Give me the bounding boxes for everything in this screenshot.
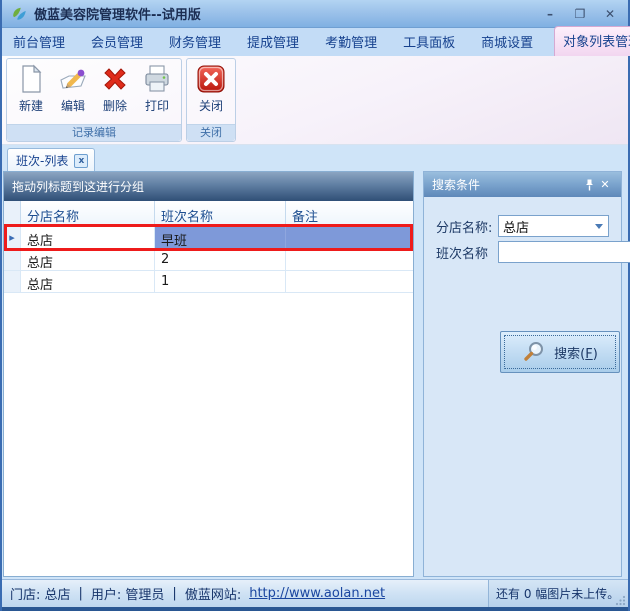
cell-shift[interactable]: 早班: [155, 227, 286, 248]
panel-close-icon[interactable]: ✕: [597, 177, 613, 193]
store-name-dropdown-value: 总店: [503, 217, 529, 236]
edit-button[interactable]: 编辑: [52, 61, 94, 124]
row-indicator: [4, 271, 21, 292]
group-label-record-edit: 记录编辑: [7, 124, 181, 141]
ribbon-toolbar: 新建 编辑 删除: [2, 56, 628, 145]
close-tab-button[interactable]: 关闭: [190, 61, 232, 124]
cell-store[interactable]: 总店: [21, 271, 155, 292]
cell-store[interactable]: 总店: [21, 249, 155, 270]
status-upload-info: 还有 0 幅图片未上传。: [488, 580, 628, 607]
group-by-drop-zone[interactable]: 拖动列标题到这进行分组: [4, 172, 413, 201]
grid-header-row: 分店名称 班次名称 备注: [4, 201, 413, 227]
search-button[interactable]: 搜索(F): [500, 331, 620, 373]
edit-button-label: 编辑: [61, 97, 85, 114]
tab-tools[interactable]: 工具面板: [398, 28, 460, 56]
column-header-shift-name[interactable]: 班次名称: [155, 201, 286, 226]
store-name-label: 分店名称:: [436, 217, 498, 236]
shift-name-field-row: 班次名称: [436, 241, 609, 263]
row-indicator: [4, 249, 21, 270]
status-upload-text: 还有 0 幅图片未上传。: [496, 585, 619, 602]
group-record-edit: 新建 编辑 删除: [6, 58, 182, 142]
ribbon-tab-bar: 前台管理 会员管理 财务管理 提成管理 考勤管理 工具面板 商城设置 对象列表管…: [2, 28, 628, 56]
tab-front-desk[interactable]: 前台管理: [8, 28, 70, 56]
window-controls: – ❐ ✕: [540, 6, 620, 22]
tab-object-list-management[interactable]: 对象列表管理: [554, 26, 630, 56]
store-name-field-row: 分店名称: 总店: [436, 215, 609, 237]
shift-grid: 拖动列标题到这进行分组 分店名称 班次名称 备注 ▸ 总店 早班 总店 2: [3, 171, 414, 577]
tab-finance[interactable]: 财务管理: [164, 28, 226, 56]
column-header-note[interactable]: 备注: [286, 201, 413, 226]
new-button-label: 新建: [19, 97, 43, 114]
close-tab-button-label: 关闭: [199, 97, 223, 114]
close-icon[interactable]: ✕: [600, 6, 620, 22]
minimize-icon[interactable]: –: [540, 6, 560, 22]
delete-button[interactable]: 删除: [94, 61, 136, 124]
status-user: 用户: 管理员: [91, 584, 165, 603]
search-button-accesskey: F: [585, 347, 592, 362]
print-button[interactable]: 打印: [136, 61, 178, 124]
titlebar: 傲蓝美容院管理软件--试用版 – ❐ ✕: [2, 0, 628, 28]
app-window: 傲蓝美容院管理软件--试用版 – ❐ ✕ 前台管理 会员管理 财务管理 提成管理…: [0, 0, 630, 611]
status-separator: |: [79, 586, 83, 601]
grid-header-indicator: [4, 201, 21, 226]
search-panel-title: 搜索条件: [432, 176, 581, 193]
search-button-text: 搜索(: [554, 347, 585, 362]
search-condition-panel: 搜索条件 ✕ 分店名称: 总店 班次名称: [423, 171, 622, 577]
chevron-down-icon[interactable]: [595, 224, 603, 229]
search-icon: [522, 340, 546, 364]
close-red-icon: [195, 63, 227, 95]
new-document-icon: [15, 63, 47, 95]
cell-note[interactable]: [286, 271, 413, 292]
cell-shift[interactable]: 1: [155, 271, 286, 292]
document-tab-label: 班次-列表: [16, 152, 68, 169]
tab-members[interactable]: 会员管理: [86, 28, 148, 56]
column-header-store-name[interactable]: 分店名称: [21, 201, 155, 226]
tab-attendance[interactable]: 考勤管理: [320, 28, 382, 56]
status-bar: 门店: 总店 | 用户: 管理员 | 傲蓝网站: http://www.aola…: [2, 579, 628, 611]
workspace: 班次-列表 x 拖动列标题到这进行分组 分店名称 班次名称 备注 ▸ 总店 早班…: [2, 145, 628, 579]
maximize-icon[interactable]: ❐: [570, 6, 590, 22]
new-button[interactable]: 新建: [10, 61, 52, 124]
delete-button-label: 删除: [103, 97, 127, 114]
window-title: 傲蓝美容院管理软件--试用版: [34, 4, 201, 23]
shift-name-label: 班次名称: [436, 243, 498, 262]
tab-commission[interactable]: 提成管理: [242, 28, 304, 56]
status-store: 门店: 总店: [10, 584, 71, 603]
group-close: 关闭 关闭: [186, 58, 236, 142]
table-row[interactable]: 总店 1: [4, 271, 413, 293]
search-panel-header: 搜索条件 ✕: [424, 172, 621, 197]
pin-icon[interactable]: [581, 177, 597, 193]
cell-note[interactable]: [286, 249, 413, 270]
search-button-text-suffix: ): [593, 347, 598, 362]
edit-pencil-icon: [57, 63, 89, 95]
row-indicator-arrow-icon: ▸: [4, 227, 21, 248]
table-row[interactable]: ▸ 总店 早班: [4, 227, 413, 249]
app-logo-icon: [10, 5, 28, 23]
aolan-website-link[interactable]: http://www.aolan.net: [249, 586, 385, 601]
resize-grip-icon[interactable]: [615, 595, 626, 606]
document-tab-close-icon[interactable]: x: [74, 154, 88, 168]
store-name-dropdown[interactable]: 总店: [498, 215, 609, 237]
group-label-close: 关闭: [187, 124, 235, 141]
search-button-label: 搜索(F): [554, 343, 598, 362]
cell-note[interactable]: [286, 227, 413, 248]
status-site-label: 傲蓝网站:: [185, 584, 241, 603]
shift-name-input[interactable]: [498, 241, 630, 263]
table-row[interactable]: 总店 2: [4, 249, 413, 271]
cell-shift[interactable]: 2: [155, 249, 286, 270]
status-left: 门店: 总店 | 用户: 管理员 | 傲蓝网站: http://www.aola…: [2, 584, 488, 603]
document-tab-shift-list[interactable]: 班次-列表 x: [7, 148, 95, 172]
cell-store[interactable]: 总店: [21, 227, 155, 248]
print-button-label: 打印: [145, 97, 169, 114]
delete-x-icon: [99, 63, 131, 95]
tab-mall-settings[interactable]: 商城设置: [476, 28, 538, 56]
printer-icon: [141, 63, 173, 95]
status-separator: |: [172, 586, 176, 601]
